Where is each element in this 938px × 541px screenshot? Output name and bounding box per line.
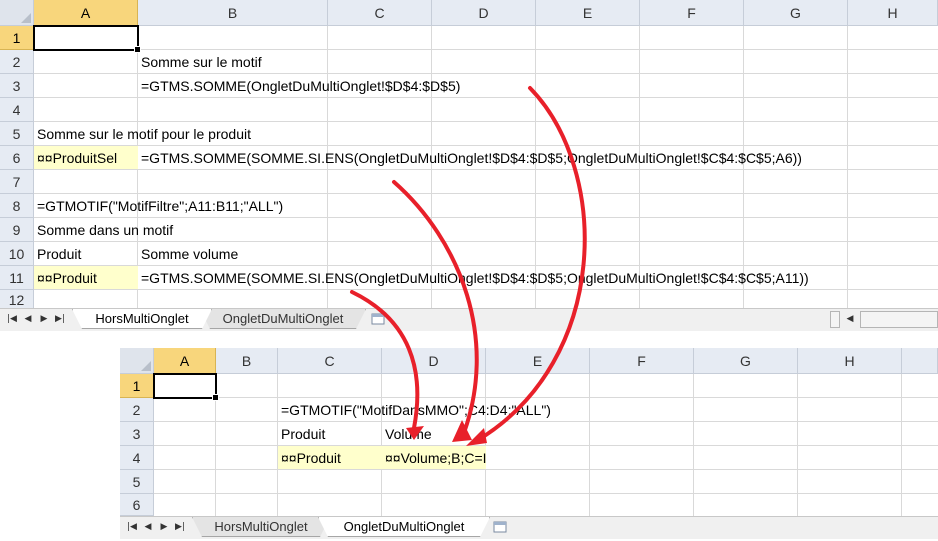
row-header-1[interactable]: 1 <box>0 26 34 50</box>
cell-b10[interactable]: Somme volume <box>138 242 238 265</box>
first-sheet-icon[interactable]: |◀ <box>126 519 138 535</box>
spreadsheet-hors-multi-onglet: A B C D E F G H 1 2 3 4 5 6 7 8 9 10 11 … <box>0 0 938 331</box>
row-header-6[interactable]: 6 <box>120 494 154 516</box>
cell-b3[interactable]: =GTMS.SOMME(OngletDuMultiOnglet!$D$4:$D$… <box>138 74 460 97</box>
cell-a6[interactable]: ¤¤ProduitSel <box>34 146 138 169</box>
row-header-4[interactable]: 4 <box>120 446 154 470</box>
row-header-5[interactable]: 5 <box>120 470 154 494</box>
row-header-7[interactable]: 7 <box>0 170 34 194</box>
tab-hors-multi-onglet[interactable]: HorsMultiOnglet <box>192 517 330 537</box>
column-header-f[interactable]: F <box>640 0 744 26</box>
column-header-h[interactable]: H <box>798 348 902 374</box>
tab-onglet-du-multi-onglet[interactable]: OngletDuMultiOnglet <box>200 309 366 329</box>
cell-b11[interactable]: =GTMS.SOMME(SOMME.SI.ENS(OngletDuMultiOn… <box>138 266 809 289</box>
column-header-c[interactable]: C <box>278 348 382 374</box>
column-header-a[interactable]: A <box>154 348 216 374</box>
cell-a11[interactable]: ¤¤Produit <box>34 266 138 289</box>
column-header-b[interactable]: B <box>138 0 328 26</box>
horizontal-scrollbar[interactable] <box>860 311 938 328</box>
cell-b6[interactable]: =GTMS.SOMME(SOMME.SI.ENS(OngletDuMultiOn… <box>138 146 802 169</box>
row-header-8[interactable]: 8 <box>0 194 34 218</box>
row-header-12[interactable]: 12 <box>0 290 34 310</box>
sheet-tab-bar: |◀ ◀ ▶ ▶| HorsMultiOnglet OngletDuMultiO… <box>120 516 938 539</box>
row-header-3[interactable]: 3 <box>120 422 154 446</box>
cell-a8[interactable]: =GTMOTIF("MotifFiltre";A11:B11;"ALL") <box>34 194 283 217</box>
column-header-e[interactable]: E <box>536 0 640 26</box>
first-sheet-icon[interactable]: |◀ <box>6 311 18 327</box>
row-header-11[interactable]: 11 <box>0 266 34 290</box>
horizontal-split-handle[interactable] <box>830 311 840 328</box>
select-all-corner[interactable] <box>120 348 154 374</box>
cell-b2[interactable]: Somme sur le motif <box>138 50 262 73</box>
scroll-left-icon[interactable]: ◀ <box>844 311 856 327</box>
cell-a9[interactable]: Somme dans un motif <box>34 218 173 241</box>
cell-c4[interactable]: ¤¤Produit <box>278 446 382 469</box>
last-sheet-icon[interactable]: ▶| <box>174 519 186 535</box>
column-header-g[interactable]: G <box>694 348 798 374</box>
cell-c2[interactable]: =GTMOTIF("MotifDansMMO";C4:D4;"ALL") <box>278 398 551 421</box>
active-cell-a1[interactable] <box>153 373 219 401</box>
cell-d3[interactable]: Volume <box>382 422 432 445</box>
prev-sheet-icon[interactable]: ◀ <box>142 519 154 535</box>
row-header-4[interactable]: 4 <box>0 98 34 122</box>
column-header-b[interactable]: B <box>216 348 278 374</box>
next-sheet-icon[interactable]: ▶ <box>38 311 50 327</box>
cell-d4[interactable]: ¤¤Volume;B;C=I <box>382 446 487 469</box>
column-header-d[interactable]: D <box>382 348 486 374</box>
last-sheet-icon[interactable]: ▶| <box>54 311 66 327</box>
column-header-f[interactable]: F <box>590 348 694 374</box>
active-cell-a1[interactable] <box>33 25 141 53</box>
row-header-2[interactable]: 2 <box>120 398 154 422</box>
gridline <box>154 445 938 446</box>
row-header-5[interactable]: 5 <box>0 122 34 146</box>
row-header-3[interactable]: 3 <box>0 74 34 98</box>
prev-sheet-icon[interactable]: ◀ <box>22 311 34 327</box>
tab-hors-multi-onglet[interactable]: HorsMultiOnglet <box>72 309 212 329</box>
gridline <box>847 26 848 310</box>
row-header-1[interactable]: 1 <box>120 374 154 398</box>
next-sheet-icon[interactable]: ▶ <box>158 519 170 535</box>
cell-c3[interactable]: Produit <box>278 422 325 445</box>
gridline <box>154 421 938 422</box>
gridline <box>154 469 938 470</box>
insert-sheet-icon[interactable] <box>370 311 388 326</box>
gridline <box>34 169 938 170</box>
gridline <box>34 289 938 290</box>
gridline <box>34 97 938 98</box>
column-header-e[interactable]: E <box>486 348 590 374</box>
column-header-g[interactable]: G <box>744 0 848 26</box>
gridline <box>154 493 938 494</box>
column-header-d[interactable]: D <box>432 0 536 26</box>
row-header-2[interactable]: 2 <box>0 50 34 74</box>
cell-a10[interactable]: Produit <box>34 242 81 265</box>
column-header-h[interactable]: H <box>848 0 938 26</box>
spreadsheet-onglet-du-multi-onglet: A B C D E F G H 1 2 3 4 5 6 =GTMOTIF("Mo… <box>120 348 938 541</box>
row-header-9[interactable]: 9 <box>0 218 34 242</box>
select-all-corner[interactable] <box>0 0 34 26</box>
tab-onglet-du-multi-onglet[interactable]: OngletDuMultiOnglet <box>318 517 490 537</box>
row-header-10[interactable]: 10 <box>0 242 34 266</box>
sheet-tab-bar: |◀ ◀ ▶ ▶| HorsMultiOnglet OngletDuMultiO… <box>0 308 938 331</box>
column-header-c[interactable]: C <box>328 0 432 26</box>
insert-sheet-icon[interactable] <box>492 519 510 534</box>
cell-a5[interactable]: Somme sur le motif pour le produit <box>34 122 251 145</box>
column-header-a[interactable]: A <box>34 0 138 26</box>
row-header-6[interactable]: 6 <box>0 146 34 170</box>
column-header-overflow <box>902 348 938 374</box>
